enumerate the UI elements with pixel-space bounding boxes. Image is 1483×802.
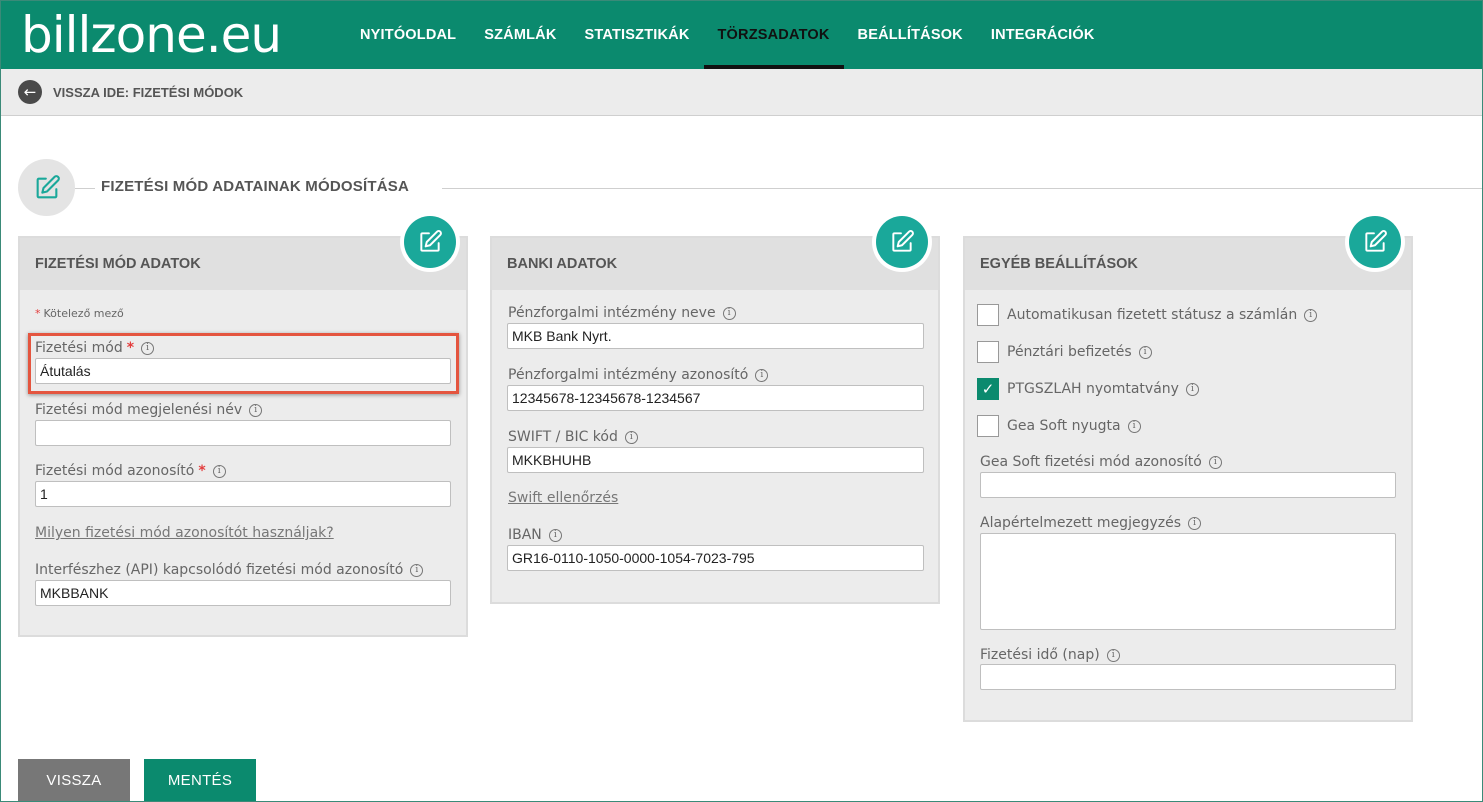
billzone-logo[interactable]: billzone.eu bbox=[21, 3, 282, 67]
panel-edit-badge bbox=[400, 212, 460, 272]
swift-input[interactable]: MKKBHUHB bbox=[507, 447, 924, 473]
bank-id-input[interactable]: 12345678-12345678-1234567 bbox=[507, 385, 924, 411]
section-divider-right bbox=[442, 188, 1483, 189]
section-title: FIZETÉSI MÓD ADATAINAK MÓDOSÍTÁSA bbox=[101, 178, 409, 195]
back-arrow-icon[interactable]: ← bbox=[18, 80, 42, 104]
display-name-input[interactable] bbox=[35, 420, 451, 446]
nav-item-statistics[interactable]: STATISZTIKÁK bbox=[571, 1, 704, 69]
nav-item-home[interactable]: NYITÓOLDAL bbox=[346, 1, 470, 69]
api-id-label: Interfészhez (API) kapcsolódó fizetési m… bbox=[35, 562, 424, 578]
edit-icon bbox=[18, 159, 75, 216]
nav-item-integrations[interactable]: INTEGRÁCIÓK bbox=[977, 1, 1109, 69]
default-note-label: Alapértelmezett megjegyzés i bbox=[980, 515, 1202, 531]
info-icon[interactable]: i bbox=[141, 341, 155, 355]
info-icon[interactable]: i bbox=[1127, 419, 1141, 433]
payment-days-input[interactable] bbox=[980, 664, 1396, 690]
section-heading: FIZETÉSI MÓD ADATAINAK MÓDOSÍTÁSA bbox=[18, 159, 1483, 217]
display-name-label: Fizetési mód megjelenési név i bbox=[35, 402, 263, 418]
panel-edit-badge bbox=[872, 212, 932, 272]
info-icon[interactable]: i bbox=[1208, 455, 1222, 469]
checkbox-row-cash-payment: Pénztári befizetés i bbox=[977, 341, 1152, 363]
nav-item-master-data[interactable]: TÖRZSADATOK bbox=[703, 1, 844, 69]
section-divider-left bbox=[75, 188, 95, 189]
check-icon: ✓ bbox=[981, 380, 995, 398]
top-navigation-bar: billzone.eu NYITÓOLDAL SZÁMLÁK STATISZTI… bbox=[1, 1, 1482, 69]
swift-label: SWIFT / BIC kód i bbox=[508, 429, 638, 445]
panel-edit-badge bbox=[1345, 212, 1405, 272]
nav-item-invoices[interactable]: SZÁMLÁK bbox=[470, 1, 570, 69]
required-note: * Kötelező mező bbox=[35, 307, 124, 320]
iban-label: IBAN i bbox=[508, 527, 562, 543]
info-icon[interactable]: i bbox=[1188, 516, 1202, 530]
payment-days-label: Fizetési idő (nap) i bbox=[980, 647, 1120, 663]
gea-id-input[interactable] bbox=[980, 472, 1396, 498]
payment-id-label: Fizetési mód azonosító * i bbox=[35, 463, 226, 479]
info-icon[interactable]: i bbox=[1185, 382, 1199, 396]
info-icon[interactable]: i bbox=[249, 403, 263, 417]
checkbox-row-ptgszlah: ✓ PTGSZLAH nyomtatvány i bbox=[977, 378, 1199, 400]
panel-title: BANKI ADATOK bbox=[492, 238, 938, 290]
default-note-textarea[interactable] bbox=[980, 533, 1396, 630]
edit-icon bbox=[876, 216, 928, 268]
info-icon[interactable]: i bbox=[722, 306, 736, 320]
panel-title: EGYÉB BEÁLLÍTÁSOK bbox=[965, 238, 1411, 290]
info-icon[interactable]: i bbox=[1106, 648, 1120, 662]
iban-input[interactable]: GR16-0110-1050-0000-1054-7023-795 bbox=[507, 545, 924, 571]
payment-id-input[interactable]: 1 bbox=[35, 481, 451, 507]
back-bar: ← VISSZA IDE: FIZETÉSI MÓDOK bbox=[1, 69, 1482, 116]
info-icon[interactable]: i bbox=[755, 368, 769, 382]
edit-icon bbox=[404, 216, 456, 268]
edit-icon bbox=[1349, 216, 1401, 268]
gea-id-label: Gea Soft fizetési mód azonosító i bbox=[980, 454, 1222, 470]
checkbox-row-auto-paid: Automatikusan fizetett státusz a számlán… bbox=[977, 304, 1318, 326]
payment-method-input[interactable]: Átutalás bbox=[35, 358, 451, 384]
gea-receipt-checkbox[interactable] bbox=[977, 415, 999, 437]
info-icon[interactable]: i bbox=[1138, 345, 1152, 359]
auto-paid-checkbox[interactable] bbox=[977, 304, 999, 326]
payment-id-help-link[interactable]: Milyen fizetési mód azonosítót használja… bbox=[35, 525, 334, 541]
api-id-input[interactable]: MKBBANK bbox=[35, 580, 451, 606]
info-icon[interactable]: i bbox=[1304, 308, 1318, 322]
bank-id-label: Pénzforgalmi intézmény azonosító i bbox=[508, 367, 769, 383]
swift-check-link[interactable]: Swift ellenőrzés bbox=[508, 490, 618, 506]
bank-name-input[interactable]: MKB Bank Nyrt. bbox=[507, 323, 924, 349]
nav-item-settings[interactable]: BEÁLLÍTÁSOK bbox=[844, 1, 977, 69]
bank-name-label: Pénzforgalmi intézmény neve i bbox=[508, 305, 736, 321]
panel-title: FIZETÉSI MÓD ADATOK bbox=[20, 238, 466, 290]
back-button[interactable]: VISSZA bbox=[18, 759, 130, 801]
ptgszlah-checkbox[interactable]: ✓ bbox=[977, 378, 999, 400]
cash-payment-checkbox[interactable] bbox=[977, 341, 999, 363]
payment-method-label: Fizetési mód * i bbox=[35, 340, 155, 356]
info-icon[interactable]: i bbox=[212, 464, 226, 478]
info-icon[interactable]: i bbox=[410, 563, 424, 577]
checkbox-row-gea-receipt: Gea Soft nyugta i bbox=[977, 415, 1141, 437]
save-button[interactable]: MENTÉS bbox=[144, 759, 256, 801]
back-link[interactable]: VISSZA IDE: FIZETÉSI MÓDOK bbox=[53, 85, 243, 100]
main-nav: NYITÓOLDAL SZÁMLÁK STATISZTIKÁK TÖRZSADA… bbox=[346, 1, 1109, 69]
info-icon[interactable]: i bbox=[548, 528, 562, 542]
info-icon[interactable]: i bbox=[624, 430, 638, 444]
